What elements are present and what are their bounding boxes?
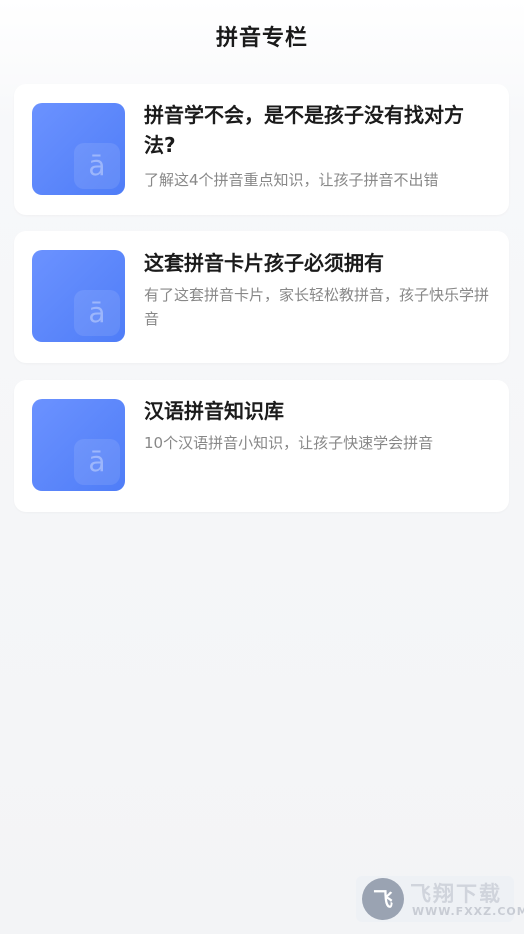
watermark-url: WWW.FXXZ.COM (412, 905, 524, 918)
page-title: 拼音专栏 (215, 26, 308, 51)
article-card[interactable]: ā 这套拼音卡片孩子必须拥有 有了这套拼音卡片，家长轻松教拼音，孩子快乐学拼音 (14, 231, 509, 363)
article-title: 汉语拼音知识库 (144, 399, 284, 423)
screen: 拼音专栏 ā 拼音学不会，是不是孩子没有找对方法? 了解这4个拼音重点知识，让孩… (0, 0, 524, 934)
article-card[interactable]: ā 拼音学不会，是不是孩子没有找对方法? 了解这4个拼音重点知识，让孩子拼音不出… (14, 84, 509, 215)
article-thumbnail: ā (32, 399, 125, 491)
pinyin-a-icon: ā (88, 445, 106, 478)
pinyin-a-icon: ā (88, 149, 106, 182)
watermark-logo-icon: 飞 (362, 878, 404, 920)
article-card[interactable]: ā 汉语拼音知识库 10个汉语拼音小知识，让孩子快速学会拼音 (14, 380, 509, 512)
site-watermark: 飞 飞翔下载 WWW.FXXZ.COM (356, 876, 524, 922)
article-description: 10个汉语拼音小知识，让孩子快速学会拼音 (144, 434, 434, 452)
article-thumbnail: ā (32, 250, 125, 342)
pinyin-a-icon: ā (88, 296, 106, 329)
article-description: 有了这套拼音卡片，家长轻松教拼音，孩子快乐学拼音 (144, 286, 490, 328)
article-title: 这套拼音卡片孩子必须拥有 (144, 251, 384, 275)
article-thumbnail: ā (32, 103, 125, 195)
watermark-name: 飞翔下载 (410, 882, 502, 906)
article-description: 了解这4个拼音重点知识，让孩子拼音不出错 (144, 171, 439, 189)
article-title: 拼音学不会，是不是孩子没有找对方法? (144, 103, 464, 157)
